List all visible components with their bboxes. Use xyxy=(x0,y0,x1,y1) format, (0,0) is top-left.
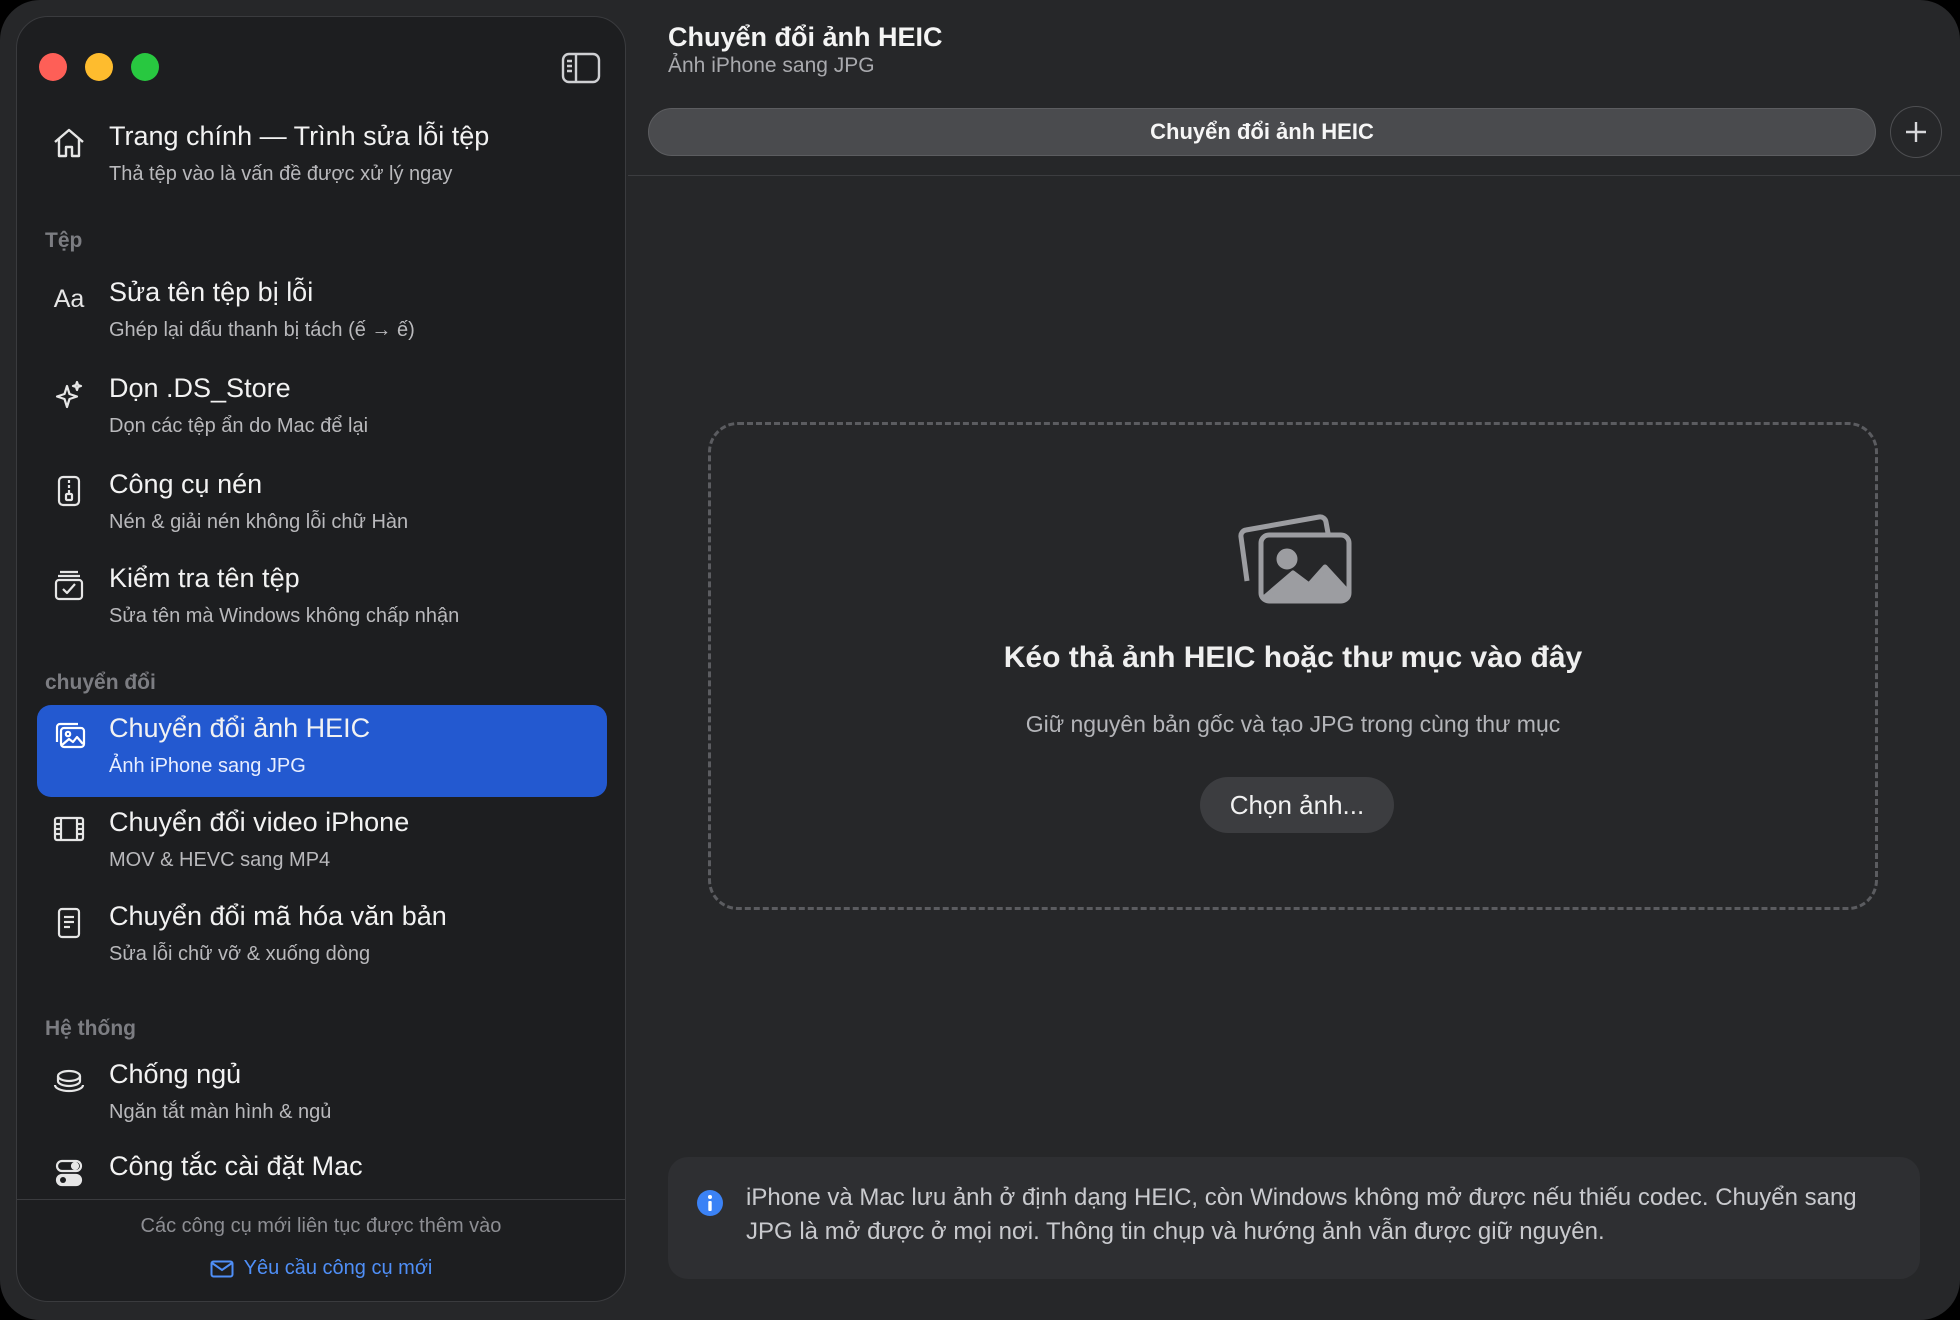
sidebar-footer-note: Các công cụ mới liên tục được thêm vào xyxy=(140,1215,502,1237)
sidebar-item-description: MOV & HEVC sang MP4 xyxy=(109,849,331,871)
request-tool-label: Yêu cầu công cụ mới xyxy=(243,1257,433,1279)
sidebar-footer-divider xyxy=(17,1199,625,1200)
sidebar-item-label: Chuyển đổi video iPhone xyxy=(109,807,410,837)
tab-label: Chuyển đổi ảnh HEIC xyxy=(1150,119,1374,144)
sidebar-item-label: Chuyển đổi ảnh HEIC xyxy=(109,713,371,743)
drop-zone-title: Kéo thả ảnh HEIC hoặc thư mục vào đây xyxy=(1003,641,1583,674)
envelope-icon xyxy=(210,1260,234,1278)
sidebar: Trang chính — Trình sửa lỗi tệp Thả tệp … xyxy=(16,16,626,1302)
page-subtitle: Ảnh iPhone sang JPG xyxy=(668,54,875,77)
sidebar-item-description: Nén & giải nén không lỗi chữ Hàn xyxy=(109,511,409,533)
sidebar-item-heic-converter[interactable]: Chuyển đổi ảnh HEIC Ảnh iPhone sang JPG xyxy=(37,705,607,797)
sidebar-item-check-filenames[interactable]: Kiểm tra tên tệp Sửa tên mà Windows khôn… xyxy=(37,555,607,647)
drop-zone[interactable]: Kéo thả ảnh HEIC hoặc thư mục vào đây Gi… xyxy=(708,422,1878,910)
plus-icon xyxy=(1906,122,1926,142)
sidebar-item-label: Dọn .DS_Store xyxy=(109,373,291,403)
film-icon xyxy=(51,811,87,847)
sidebar-item-description: Dọn các tệp ẩn do Mac để lại xyxy=(109,415,369,437)
toggles-icon xyxy=(51,1155,87,1191)
zoom-window-button[interactable] xyxy=(131,53,159,81)
sidebar-item-label: Sửa tên tệp bị lỗi xyxy=(109,277,314,307)
section-label-convert: chuyển đổi xyxy=(45,671,156,694)
sidebar-item-label: Công cụ nén xyxy=(109,469,263,499)
sidebar-item-label: Công tắc cài đặt Mac xyxy=(109,1151,363,1181)
checklist-icon xyxy=(51,567,87,603)
sidebar-item-description: Thả tệp vào là vấn đề được xử lý ngay xyxy=(109,163,453,185)
request-tool-link[interactable]: Yêu cầu công cụ mới xyxy=(17,1257,625,1280)
section-label-files: Tệp xyxy=(45,229,83,252)
drop-zone-subtitle: Giữ nguyên bản gốc và tạo JPG trong cùng… xyxy=(1025,711,1561,737)
sidebar-item-compression[interactable]: Công cụ nén Nén & giải nén không lỗi chữ… xyxy=(37,461,607,553)
sparkle-icon xyxy=(51,377,87,413)
sidebar-item-description: Ảnh iPhone sang JPG xyxy=(109,755,306,777)
sidebar-item-label: Kiểm tra tên tệp xyxy=(109,563,300,593)
page-title: Chuyển đổi ảnh HEIC xyxy=(668,22,943,52)
sidebar-item-text-encoding[interactable]: Chuyển đổi mã hóa văn bản Sửa lỗi chữ vỡ… xyxy=(37,893,607,985)
document-icon xyxy=(51,905,87,941)
section-label-system: Hệ thống xyxy=(45,1017,136,1040)
close-window-button[interactable] xyxy=(39,53,67,81)
sidebar-item-description: Sửa lỗi chữ vỡ & xuống dòng xyxy=(109,943,371,965)
header-divider xyxy=(628,175,1960,176)
info-box: iPhone và Mac lưu ảnh ở định dạng HEIC, … xyxy=(668,1157,1920,1279)
sidebar-item-label: Trang chính — Trình sửa lỗi tệp xyxy=(109,121,490,151)
sidebar-item-description: Ngăn tắt màn hình & ngủ xyxy=(109,1101,332,1123)
sidebar-item-description: Sửa tên mà Windows không chấp nhận xyxy=(109,605,460,627)
choose-photos-button[interactable]: Chọn ảnh... xyxy=(1200,777,1394,833)
sidebar-item-fix-filenames[interactable]: Aa Sửa tên tệp bị lỗi Ghép lại dấu thanh… xyxy=(37,269,607,361)
info-text: iPhone và Mac lưu ảnh ở định dạng HEIC, … xyxy=(746,1184,1857,1245)
app-window: Trang chính — Trình sửa lỗi tệp Thả tệp … xyxy=(0,0,1960,1320)
sidebar-item-label: Chuyển đổi mã hóa văn bản xyxy=(109,901,447,931)
sidebar-item-video-converter[interactable]: Chuyển đổi video iPhone MOV & HEVC sang … xyxy=(37,799,607,891)
add-tab-button[interactable] xyxy=(1890,106,1942,158)
house-icon xyxy=(51,125,87,161)
sidebar-item-description: Ghép lại dấu thanh bị tách (ế → ế) xyxy=(109,319,415,341)
coffee-cup-icon xyxy=(51,1063,87,1099)
zip-file-icon xyxy=(51,473,87,509)
photos-icon xyxy=(51,717,87,753)
minimize-window-button[interactable] xyxy=(85,53,113,81)
photo-stack-icon xyxy=(1238,514,1352,604)
info-icon xyxy=(697,1190,723,1216)
sidebar-toggle-icon[interactable] xyxy=(561,51,601,85)
tab-heic-converter[interactable]: Chuyển đổi ảnh HEIC xyxy=(648,108,1876,156)
sidebar-item-prevent-sleep[interactable]: Chống ngủ Ngăn tắt màn hình & ngủ xyxy=(37,1051,607,1143)
sidebar-item-home[interactable]: Trang chính — Trình sửa lỗi tệp Thả tệp … xyxy=(37,113,607,205)
sidebar-item-clean-ds-store[interactable]: Dọn .DS_Store Dọn các tệp ẩn do Mac để l… xyxy=(37,365,607,457)
text-aa-icon: Aa xyxy=(53,284,85,313)
sidebar-item-label: Chống ngủ xyxy=(109,1059,242,1089)
